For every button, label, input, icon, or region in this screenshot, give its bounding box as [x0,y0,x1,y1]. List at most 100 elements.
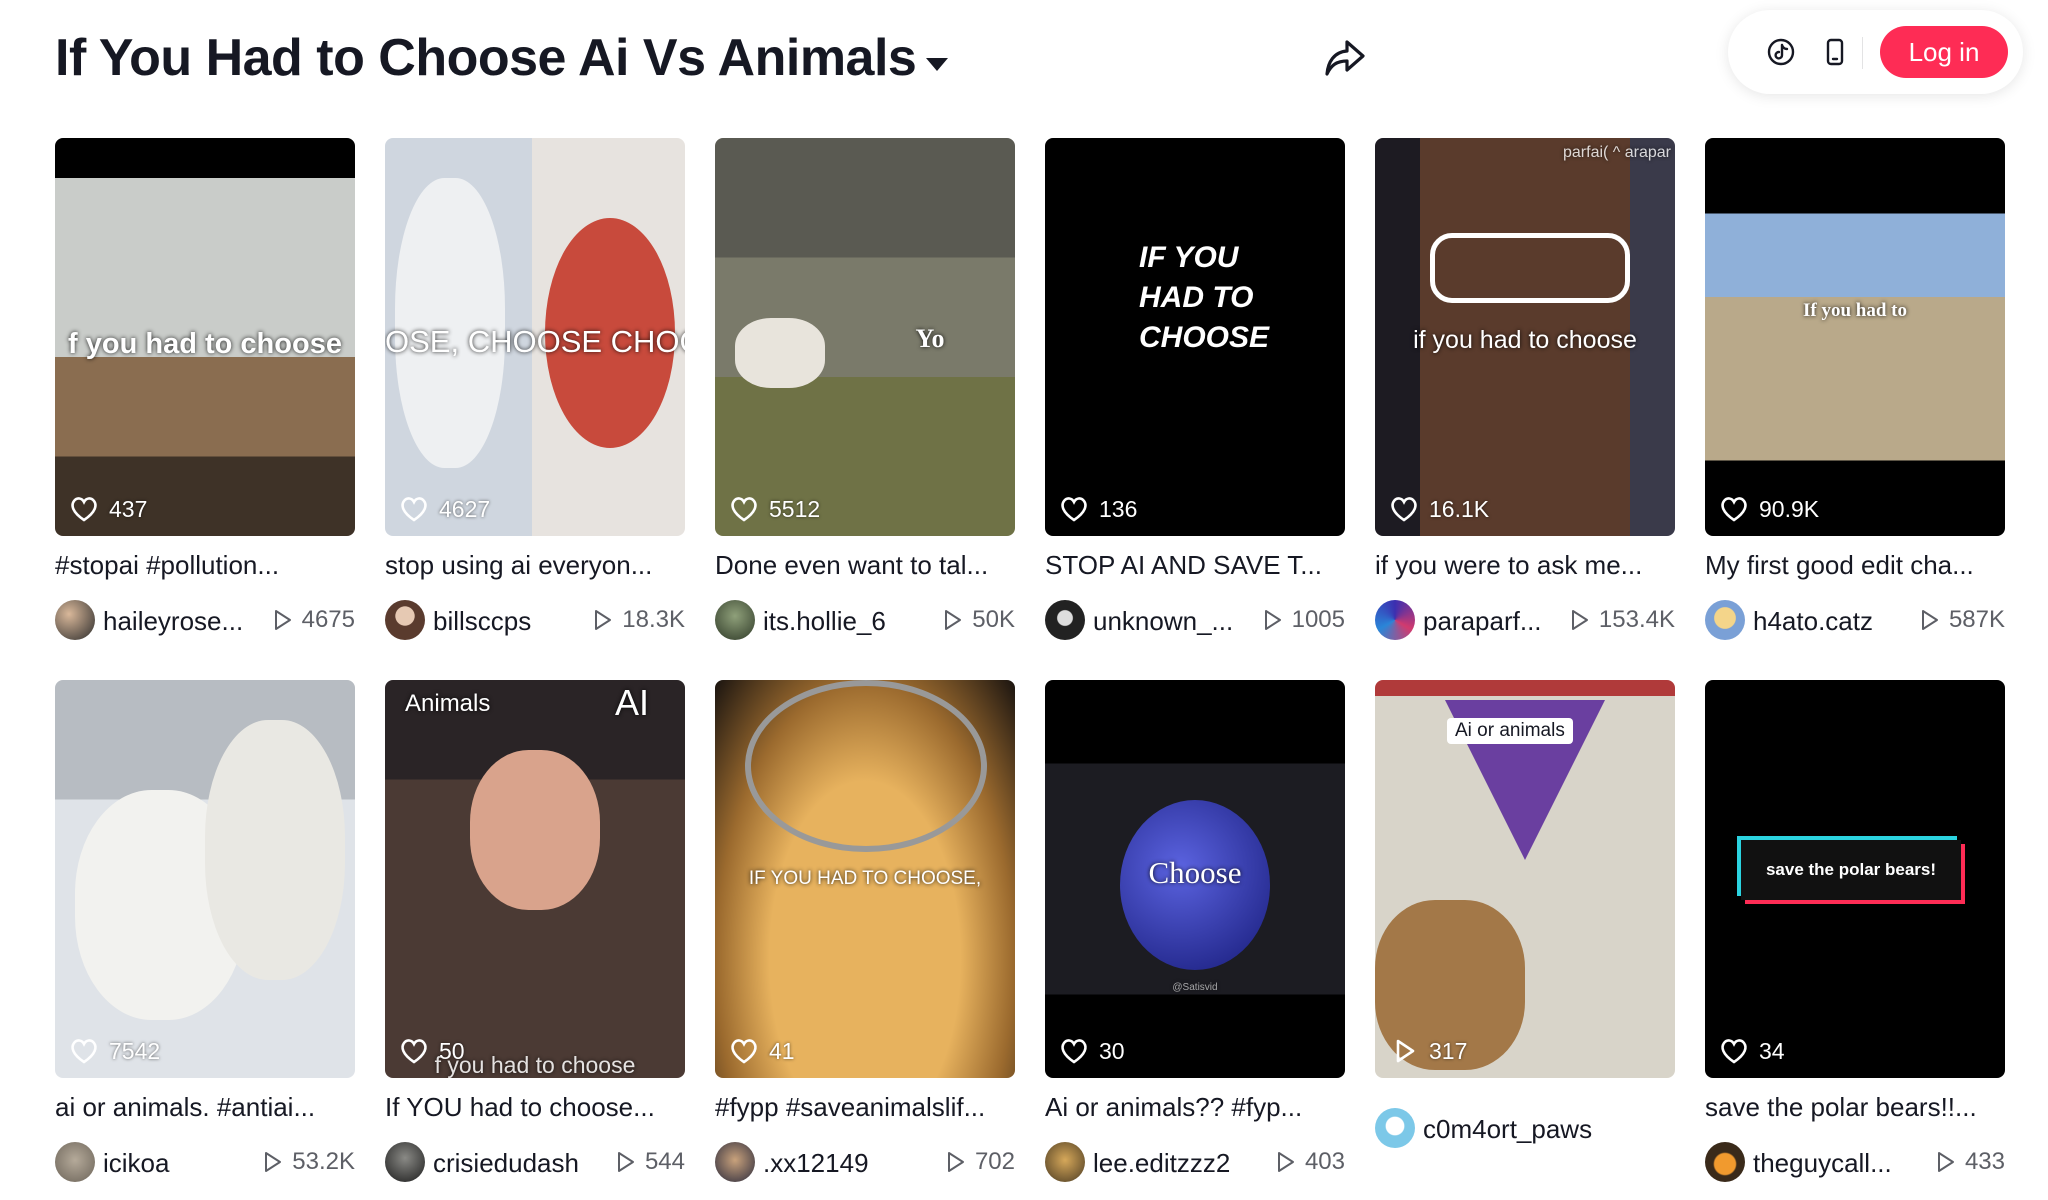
username[interactable]: unknown_... [1093,606,1243,637]
video-card[interactable]: f you had to choose 437 #stopai #polluti… [55,138,355,658]
video-card[interactable]: OSE, CHOOSE CHOO 4627 stop using ai ever… [385,138,685,658]
video-caption[interactable]: My first good edit cha... [1705,550,2005,581]
username[interactable]: lee.editzzz2 [1093,1148,1243,1179]
avatar[interactable] [385,1142,425,1182]
avatar[interactable] [385,600,425,640]
chevron-down-icon[interactable] [926,58,948,71]
video-caption[interactable]: #stopai #pollution... [55,550,355,581]
video-meta: its.hollie_6 50K [715,600,1015,642]
video-caption[interactable]: If YOU had to choose... [385,1092,685,1123]
heart-icon [401,497,427,522]
mobile-device-icon[interactable] [1820,37,1850,67]
avatar[interactable] [1045,1142,1085,1182]
like-count-text: 437 [109,495,148,522]
video-card[interactable]: Ai or animals 317 c0m4ort_paws [1375,680,1675,1200]
play-count: 50K [940,606,1015,634]
like-count: 41 [729,1036,795,1066]
username[interactable]: h4ato.catz [1753,606,1903,637]
like-count-text: 136 [1099,495,1138,522]
heart-icon [1721,1039,1747,1064]
video-card[interactable]: parfai( ^ arapar if you had to choose 16… [1375,138,1675,658]
username[interactable]: theguycall... [1753,1148,1903,1179]
video-thumbnail[interactable]: If you had to 90.9K [1705,138,2005,536]
video-caption[interactable]: Done even want to tal... [715,550,1015,581]
video-card[interactable]: Animals AI f you had to choose 50 If YOU… [385,680,685,1200]
play-count: 18.3K [590,606,685,634]
like-count-text: 50 [439,1037,465,1064]
username[interactable]: c0m4ort_paws [1423,1114,1653,1145]
username[interactable]: crisiedudash [433,1148,583,1179]
video-thumbnail[interactable]: 7542 [55,680,355,1078]
video-card[interactable]: IF YOU HAD TO CHOOSE, 41 #fypp #saveanim… [715,680,1015,1200]
like-count: 16.1K [1389,494,1489,524]
play-count: 4675 [270,606,355,634]
video-meta: c0m4ort_paws [1375,1108,1675,1150]
video-card[interactable]: 7542 ai or animals. #antiai... icikoa 53… [55,680,355,1200]
username[interactable]: paraparf... [1423,606,1573,637]
video-card[interactable]: If you had to 90.9K My first good edit c… [1705,138,2005,658]
video-thumbnail[interactable]: Yo 5512 [715,138,1015,536]
thumbnail-overlay-text: IF YOU HAD TO CHOOSE [1139,241,1270,354]
username[interactable]: its.hollie_6 [763,606,913,637]
thumbnail-corner-text: parfai( ^ arapar [1563,144,1671,161]
video-caption[interactable]: save the polar bears!!... [1705,1092,2005,1123]
video-thumbnail[interactable]: save the polar bears! 34 [1705,680,2005,1078]
video-caption[interactable]: #fypp #saveanimalslif... [715,1092,1015,1123]
avatar[interactable] [1045,600,1085,640]
share-arrow-icon[interactable] [1323,38,1367,78]
video-meta: h4ato.catz 587K [1705,600,2005,642]
video-meta: paraparf... 153.4K [1375,600,1675,642]
video-card[interactable]: IF YOU HAD TO CHOOSE 136 STOP AI AND SAV… [1045,138,1345,658]
heart-icon [71,1039,97,1064]
heart-icon [401,1039,427,1064]
video-thumbnail[interactable]: Animals AI f you had to choose 50 [385,680,685,1078]
video-caption[interactable]: Ai or animals?? #fyp... [1045,1092,1345,1123]
avatar[interactable] [55,1142,95,1182]
username[interactable]: billsccps [433,606,583,637]
heart-icon [1721,497,1747,522]
play-icon [945,610,962,630]
heart-icon [731,1039,757,1064]
video-thumbnail[interactable]: f you had to choose 437 [55,138,355,536]
username[interactable]: haileyrose... [103,606,253,637]
play-count: 53.2K [260,1148,355,1176]
video-card[interactable]: Yo 5512 Done even want to tal... its.hol… [715,138,1015,658]
video-thumbnail[interactable]: OSE, CHOOSE CHOO 4627 [385,138,685,536]
video-thumbnail[interactable]: Choose @Satisvid 30 [1045,680,1345,1078]
thumbnail-label-left: Animals [405,690,491,717]
avatar[interactable] [1375,600,1415,640]
video-thumbnail[interactable]: parfai( ^ arapar if you had to choose 16… [1375,138,1675,536]
play-count: 433 [1933,1148,2005,1176]
thumbnail-overlay-text: OSE, CHOOSE CHOO [385,324,685,359]
video-meta: .xx12149 702 [715,1142,1015,1184]
play-icon [1921,610,1938,630]
thumbnail-overlay-text: if you had to choose [1413,326,1637,354]
video-thumbnail[interactable]: IF YOU HAD TO CHOOSE 136 [1045,138,1345,536]
username[interactable]: .xx12149 [763,1148,913,1179]
video-meta: lee.editzzz2 403 [1045,1142,1345,1184]
avatar[interactable] [1705,1142,1745,1182]
video-caption[interactable]: stop using ai everyon... [385,550,685,581]
avatar[interactable] [1705,600,1745,640]
avatar[interactable] [715,1142,755,1182]
video-caption[interactable]: ai or animals. #antiai... [55,1092,355,1123]
login-button[interactable]: Log in [1880,26,2008,78]
play-count-text: 1005 [1291,606,1345,633]
avatar[interactable] [715,600,755,640]
thumbnail-overlay-text: Choose [1148,855,1242,890]
avatar[interactable] [1375,1108,1415,1148]
video-thumbnail[interactable]: IF YOU HAD TO CHOOSE, 41 [715,680,1015,1078]
username[interactable]: icikoa [103,1148,253,1179]
play-stat-text: 317 [1429,1037,1468,1064]
play-count-text: 18.3K [622,606,685,633]
tiktok-logo-icon[interactable] [1766,37,1796,67]
video-card[interactable]: save the polar bears! 34 save the polar … [1705,680,2005,1200]
divider [1862,37,1863,69]
video-caption[interactable]: STOP AI AND SAVE T... [1045,550,1345,581]
video-thumbnail[interactable]: Ai or animals 317 [1375,680,1675,1078]
heart-icon [71,497,97,522]
video-caption[interactable]: if you were to ask me... [1375,550,1675,581]
video-card[interactable]: Choose @Satisvid 30 Ai or animals?? #fyp… [1045,680,1345,1200]
avatar[interactable] [55,600,95,640]
play-icon [1937,1152,1954,1172]
